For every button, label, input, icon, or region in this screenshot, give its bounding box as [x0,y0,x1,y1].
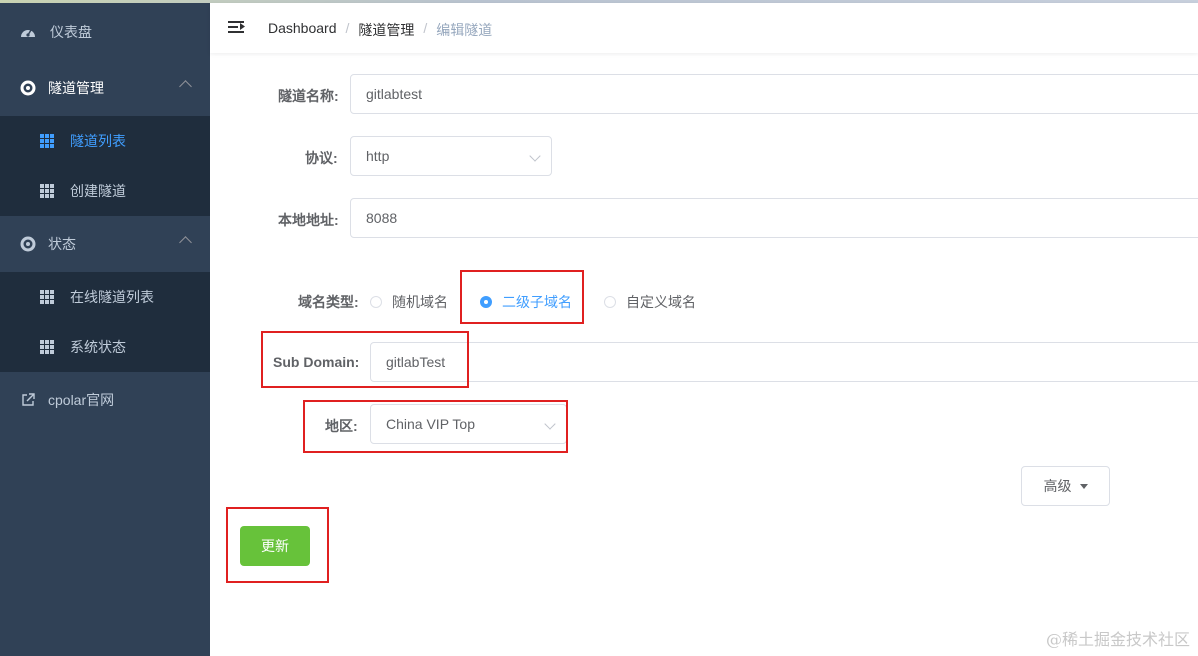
local-address-input[interactable]: 8088 [350,198,1198,238]
tunnel-name-label: 隧道名称: [278,88,339,104]
sidebar-item-tunnel-list[interactable]: 隧道列表 [0,116,210,166]
sidebar: 仪表盘 隧道管理 隧道列表 创建隧道 状态 在线隧道列表 系统状态 cpolar… [0,3,210,656]
menu-fold-icon[interactable] [228,20,245,34]
radio-random-domain[interactable]: 随机域名 [370,292,448,312]
chevron-up-icon [179,80,192,93]
sidebar-item-tunnel-management[interactable]: 隧道管理 [0,60,210,116]
highlight-box-update [226,507,329,583]
sidebar-item-label: cpolar官网 [48,392,115,408]
breadcrumb: Dashboard / 隧道管理 / 编辑隧道 [268,20,492,40]
table-icon [40,184,54,198]
sidebar-item-label: 状态 [48,236,76,252]
dashboard-icon [20,24,36,40]
top-header: Dashboard / 隧道管理 / 编辑隧道 [210,3,1198,53]
sub-domain-input[interactable]: gitlabTest [370,342,1198,382]
lifebuoy-icon [20,236,36,252]
breadcrumb-separator: / [423,20,428,36]
breadcrumb-edit-tunnel: 编辑隧道 [436,22,493,38]
local-address-label: 本地地址: [278,212,339,228]
protocol-label: 协议: [305,150,338,166]
breadcrumb-tunnel-management[interactable]: 隧道管理 [358,20,414,40]
sidebar-item-label: 仪表盘 [50,24,92,40]
sidebar-item-label: 系统状态 [70,339,126,355]
radio-label: 随机域名 [392,294,448,310]
sidebar-item-label: 在线隧道列表 [70,289,154,305]
breadcrumb-dashboard[interactable]: Dashboard [268,20,337,40]
radio-custom-domain[interactable]: 自定义域名 [604,292,696,312]
radio-circle-icon [370,296,382,308]
local-address-value: 8088 [366,210,398,226]
chevron-up-icon [179,236,192,249]
highlight-box-region [303,400,568,453]
sidebar-item-online-tunnels[interactable]: 在线隧道列表 [0,272,210,322]
external-link-icon [20,392,36,408]
watermark: @稀土掘金技术社区 [1045,630,1190,649]
table-icon [40,340,54,354]
sidebar-item-label: 隧道列表 [70,133,126,149]
highlight-box-subdomain-radio [460,270,584,324]
sidebar-item-cpolar-site[interactable]: cpolar官网 [0,372,210,428]
highlight-box-sub-domain [261,331,469,388]
sidebar-item-status[interactable]: 状态 [0,216,210,272]
sidebar-item-dashboard[interactable]: 仪表盘 [0,4,210,60]
sidebar-item-create-tunnel[interactable]: 创建隧道 [0,166,210,216]
radio-label: 自定义域名 [626,294,696,310]
radio-circle-icon [604,296,616,308]
table-icon [40,134,54,148]
sidebar-item-system-status[interactable]: 系统状态 [0,322,210,372]
advanced-label: 高级 [1043,478,1072,494]
tunnel-name-input[interactable]: gitlabtest [350,74,1198,114]
domain-type-label: 域名类型: [298,294,359,310]
protocol-value: http [366,148,390,164]
caret-down-icon [1079,483,1088,489]
sidebar-item-label: 创建隧道 [70,183,126,199]
chevron-down-icon [529,150,541,162]
table-icon [40,290,54,304]
sidebar-item-label: 隧道管理 [48,80,104,96]
tunnel-name-value: gitlabtest [366,86,423,102]
breadcrumb-separator: / [345,20,350,36]
advanced-dropdown-button[interactable]: 高级 [1021,466,1110,506]
protocol-select[interactable]: http [350,136,552,176]
lifebuoy-icon [20,80,36,96]
